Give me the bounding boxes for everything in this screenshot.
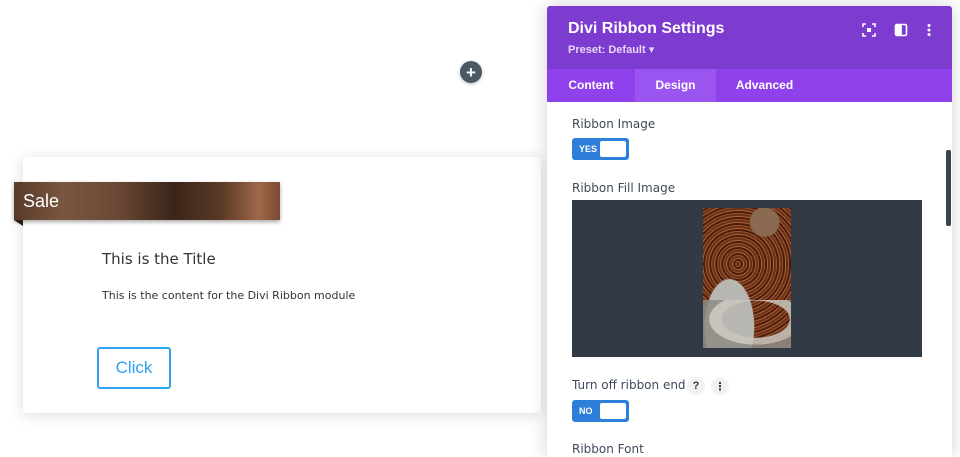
ribbon-fill-image-label: Ribbon Fill Image (572, 181, 676, 195)
toggle-state: YES (579, 144, 598, 154)
panel-title: Divi Ribbon Settings (568, 20, 725, 37)
module-button[interactable]: Click (97, 347, 171, 389)
module-content: This is the content for the Divi Ribbon … (102, 289, 356, 302)
ribbon-fold (14, 220, 23, 226)
turn-off-ribbon-end-label: Turn off ribbon end (572, 378, 686, 392)
tea-leaves-image (703, 208, 791, 348)
ribbon-image-label: Ribbon Image (572, 117, 656, 131)
turn-off-ribbon-end-toggle[interactable]: NO (572, 400, 629, 422)
tab-design[interactable]: Design (635, 69, 716, 102)
toggle-knob (600, 141, 626, 157)
preset-dropdown[interactable]: Preset: Default ▾ (568, 43, 654, 56)
toggle-knob (600, 403, 626, 419)
help-icon[interactable]: ? (687, 377, 705, 395)
panel-header: Divi Ribbon Settings Preset: Default ▾ (547, 6, 952, 69)
module-title: This is the Title (102, 250, 216, 268)
tab-advanced[interactable]: Advanced (716, 69, 813, 102)
tab-content[interactable]: Content (547, 69, 635, 102)
more-vertical-icon[interactable] (921, 22, 937, 38)
settings-tabs: Content Design Advanced (547, 69, 952, 102)
sidebar-icon[interactable] (893, 22, 909, 38)
focus-icon[interactable] (861, 22, 877, 38)
ribbon-label: Sale (23, 191, 60, 211)
ribbon-font-label: Ribbon Font (572, 442, 644, 456)
add-section-button[interactable]: + (460, 61, 482, 83)
panel-scrollbar[interactable] (946, 150, 951, 226)
options-icon[interactable]: ⋮ (711, 377, 729, 395)
settings-panel: Divi Ribbon Settings Preset: Default ▾ C (547, 6, 952, 457)
ribbon-fill-image-picker[interactable] (572, 200, 922, 357)
ribbon-image-toggle[interactable]: YES (572, 138, 629, 160)
toggle-state: NO (579, 406, 593, 416)
settings-body: Ribbon Image YES Ribbon Fill Image Turn … (547, 102, 952, 457)
bowl-image (703, 300, 791, 348)
